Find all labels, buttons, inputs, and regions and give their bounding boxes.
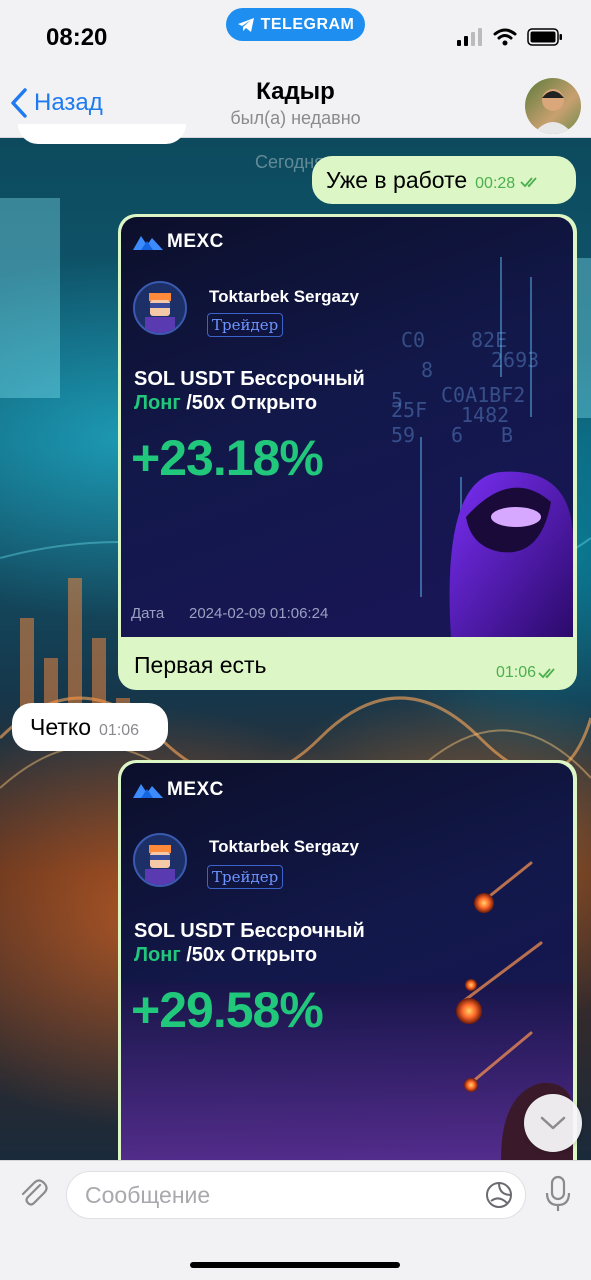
- trade-side-line: Лонг /50x Открыто: [134, 391, 365, 415]
- avatar-photo: [533, 89, 573, 134]
- date-value: 2024-02-09 01:06:24: [189, 605, 329, 622]
- trader-avatar-art: [145, 293, 175, 333]
- svg-text:6: 6: [451, 423, 463, 447]
- svg-text:59: 59: [391, 423, 415, 447]
- date-label: Дата: [131, 605, 165, 622]
- card-background-art: C0 82E 8 2693 5 C0A1BF2 25F 1482 59 6 B: [391, 257, 573, 637]
- message-bubble[interactable]: Уже в работе 00:28: [312, 156, 576, 204]
- mexc-logo: MEXC: [133, 231, 224, 253]
- microphone-icon[interactable]: [543, 1175, 573, 1213]
- trader-badge: Трейдер: [207, 313, 284, 337]
- message-text: Уже в работе: [326, 166, 468, 193]
- message-time: 01:06: [496, 664, 560, 682]
- status-time: 08:20: [46, 24, 108, 51]
- trade-pair: SOL USDT Бессрочный Лонг /50x Открыто: [134, 367, 365, 415]
- trade-card-image[interactable]: MEXC Toktarbek Sergazy Трейдер SOL USDT …: [121, 763, 573, 1160]
- home-indicator: [190, 1262, 400, 1268]
- message-bubble[interactable]: Четко 01:06: [12, 703, 168, 751]
- svg-text:C0: C0: [401, 328, 425, 352]
- trade-side: Лонг: [134, 944, 181, 966]
- clipped-message-bubble: [18, 124, 186, 144]
- message-field: [66, 1171, 526, 1219]
- double-check-icon: [520, 177, 537, 188]
- sticker-icon[interactable]: [485, 1181, 513, 1209]
- trader-avatar: [133, 833, 187, 887]
- message-input[interactable]: [67, 1172, 447, 1218]
- svg-text:8: 8: [421, 358, 433, 382]
- trader-avatar: [133, 281, 187, 335]
- trade-side: Лонг: [134, 392, 181, 414]
- trader-name: Toktarbek Sergazy: [209, 837, 359, 856]
- signal-icon: [457, 28, 482, 46]
- pnl-percent: +29.58%: [131, 982, 324, 1038]
- telegram-icon: [237, 17, 254, 32]
- trade-side-line: Лонг /50x Открыто: [134, 943, 365, 967]
- mexc-logo: MEXC: [133, 779, 224, 801]
- trade-pair: SOL USDT Бессрочный Лонг /50x Открыто: [134, 919, 365, 967]
- photo-caption: Первая есть: [134, 652, 267, 678]
- paperclip-icon[interactable]: [16, 1175, 50, 1209]
- message-time: 01:06: [99, 722, 140, 739]
- svg-text:B: B: [501, 423, 513, 447]
- message-text: Четко: [30, 713, 92, 740]
- contact-name[interactable]: Кадыр: [0, 78, 591, 106]
- trader-name: Toktarbek Sergazy: [209, 287, 359, 306]
- message-time: 00:28: [475, 175, 542, 193]
- scroll-to-bottom-button[interactable]: [524, 1094, 582, 1152]
- telegram-pill[interactable]: TELEGRAM: [226, 8, 365, 41]
- svg-text:25F: 25F: [391, 398, 427, 422]
- pnl-percent: +23.18%: [131, 430, 324, 486]
- trader-avatar-art: [145, 845, 175, 885]
- mexc-logo-icon: [133, 784, 163, 798]
- status-icons: [457, 28, 563, 46]
- mexc-logo-icon: [133, 236, 163, 250]
- trade-leverage: /50x Открыто: [186, 392, 318, 414]
- chevron-down-icon: [540, 1116, 566, 1130]
- wifi-icon: [493, 28, 517, 46]
- contact-avatar[interactable]: [525, 78, 581, 134]
- double-check-icon: [538, 668, 555, 679]
- trade-leverage: /50x Открыто: [186, 944, 318, 966]
- telegram-pill-label: TELEGRAM: [260, 15, 355, 33]
- battery-icon: [527, 28, 562, 46]
- trader-badge: Трейдер: [207, 865, 284, 889]
- trade-pair-line: SOL USDT Бессрочный: [134, 368, 365, 390]
- top-bar: 08:20 TELEGRAM Назад Кадыр был(а) недавн…: [0, 0, 591, 138]
- trade-pair-line: SOL USDT Бессрочный: [134, 920, 365, 942]
- trade-card-image[interactable]: C0 82E 8 2693 5 C0A1BF2 25F 1482 59 6 B MEXC T…: [121, 217, 573, 637]
